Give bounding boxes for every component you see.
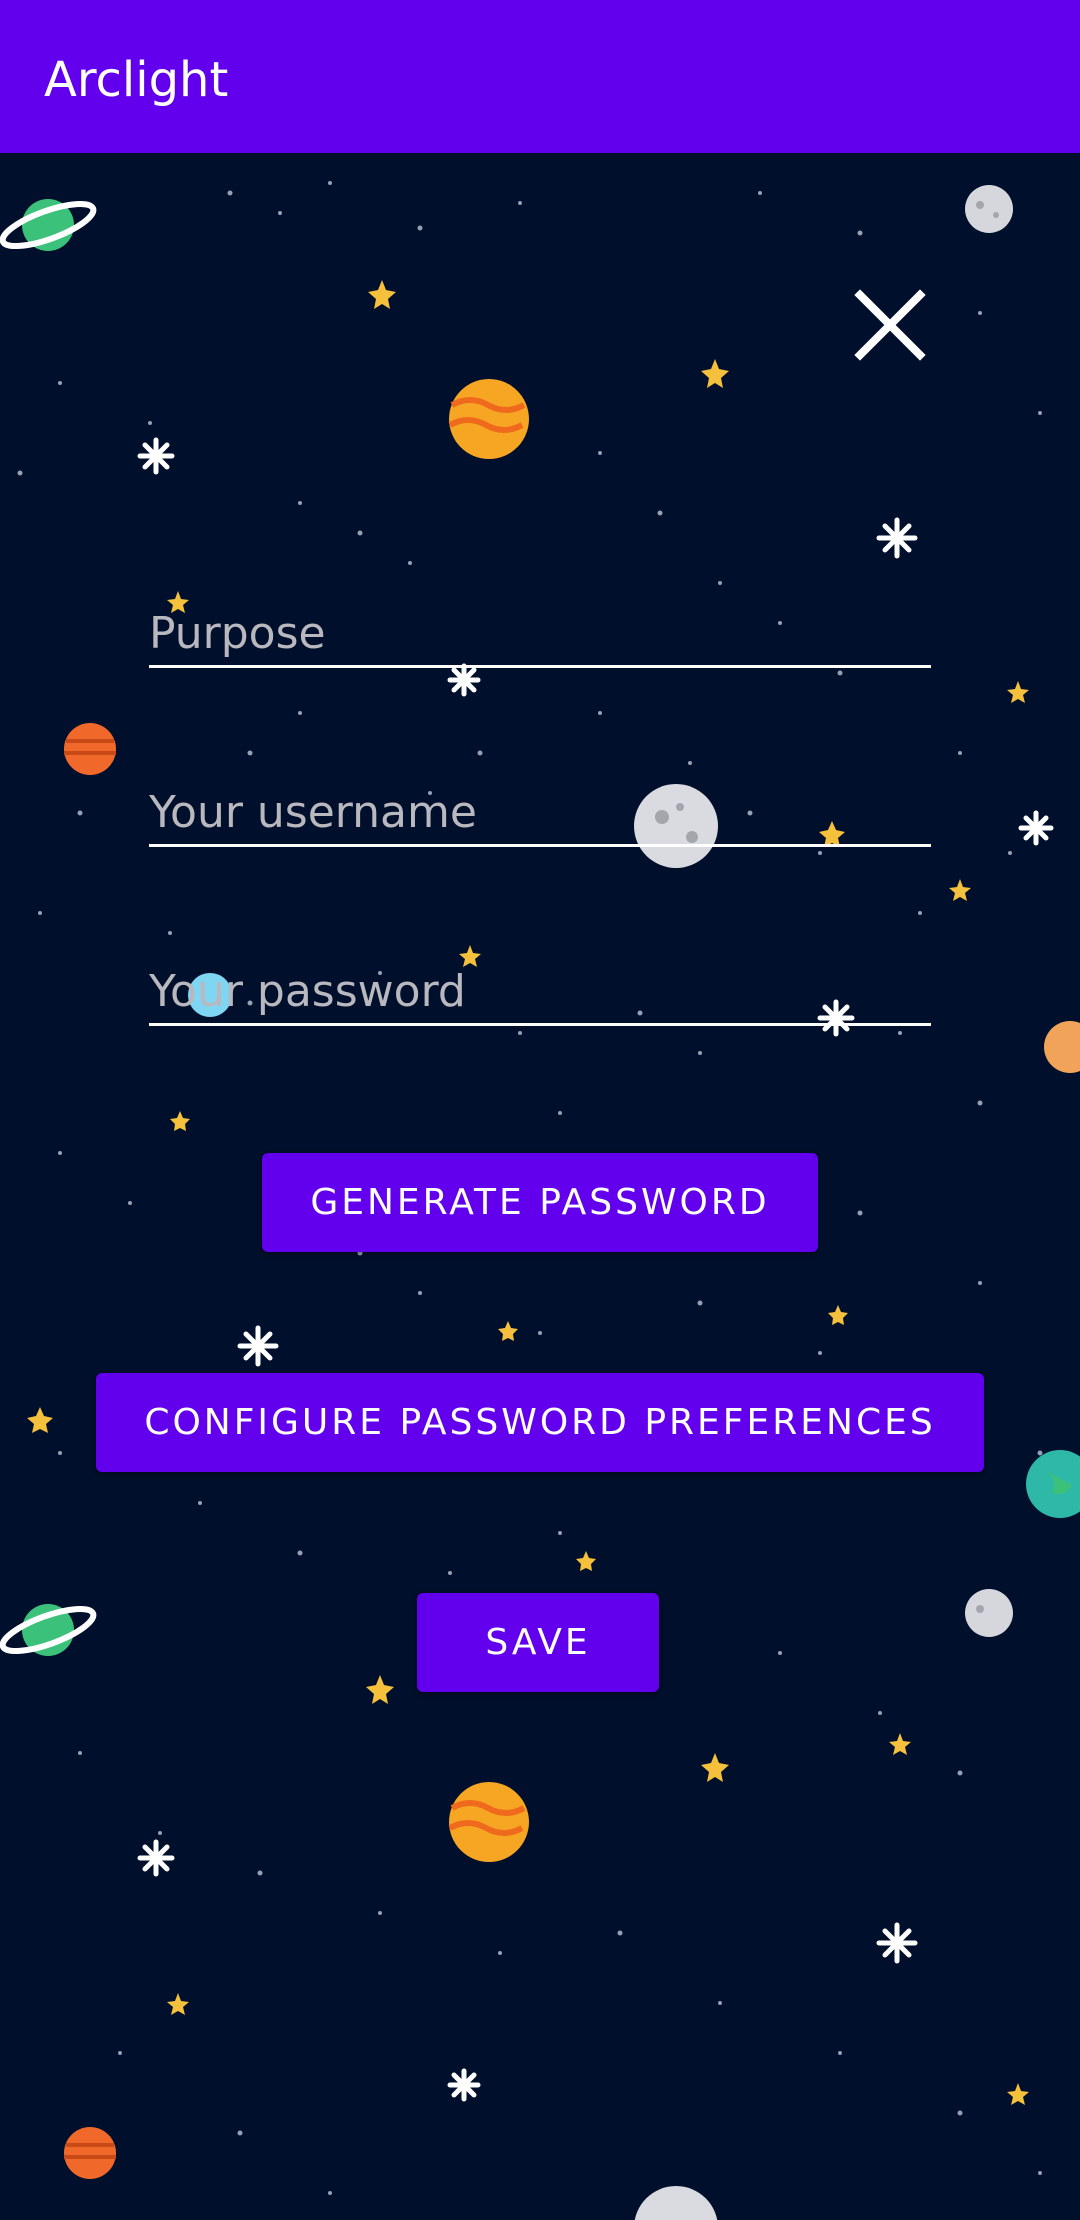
- username-input[interactable]: [149, 787, 931, 838]
- save-label: SAVE: [485, 1622, 591, 1663]
- username-field[interactable]: [149, 774, 931, 847]
- save-button[interactable]: SAVE: [417, 1593, 659, 1692]
- close-button[interactable]: [850, 285, 930, 365]
- purpose-field[interactable]: [149, 595, 931, 668]
- app-bar: Arclight: [0, 0, 1080, 153]
- generate-password-label: GENERATE PASSWORD: [310, 1182, 770, 1223]
- password-field[interactable]: [149, 953, 931, 1026]
- app-title: Arclight: [44, 52, 229, 108]
- close-icon: [854, 289, 926, 361]
- purpose-input[interactable]: [149, 608, 931, 659]
- configure-preferences-label: CONFIGURE PASSWORD PREFERENCES: [144, 1402, 936, 1443]
- password-input[interactable]: [149, 966, 931, 1017]
- generate-password-button[interactable]: GENERATE PASSWORD: [262, 1153, 818, 1252]
- configure-preferences-button[interactable]: CONFIGURE PASSWORD PREFERENCES: [96, 1373, 984, 1472]
